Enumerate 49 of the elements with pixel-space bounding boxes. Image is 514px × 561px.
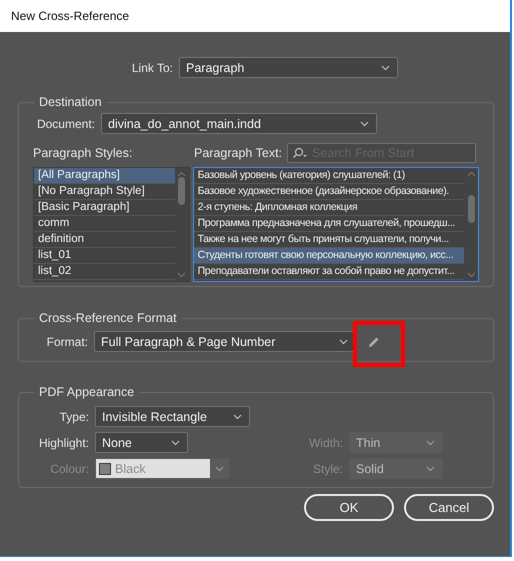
paragraph-list-item[interactable]: 2-я ступень: Дипломная коллекция (194, 200, 464, 216)
chevron-down-icon (339, 338, 348, 344)
style-list-item[interactable]: list_01 (34, 248, 175, 264)
dropdown[interactable]: None (95, 432, 188, 453)
style-list-item[interactable]: [All Paragraphs] (34, 168, 175, 184)
dropdown[interactable]: Paragraph (179, 57, 398, 78)
chevron-down-icon (214, 466, 224, 472)
chevron-down-icon (171, 440, 180, 446)
list-label: Paragraph Styles: (33, 146, 134, 160)
chevron-down-icon (381, 64, 390, 70)
scroll-down-icon[interactable] (177, 272, 186, 278)
scrollbar-thumb[interactable] (178, 177, 186, 205)
list-label: Paragraph Text: (194, 146, 282, 160)
scroll-up-icon[interactable] (177, 171, 186, 177)
pencil-icon[interactable] (368, 336, 380, 348)
style-list-item[interactable]: definition (34, 232, 175, 248)
dropdown[interactable]: divina_do_annot_main.indd (101, 113, 377, 134)
paragraph-list-item[interactable]: Базовое художественное (дизайнерское образование). (194, 184, 464, 200)
paragraph-list-item[interactable]: Базовый уровень (категория) слушателей: (1) (194, 168, 464, 184)
scroll-up-icon[interactable] (466, 171, 476, 177)
scroll-down-icon[interactable] (466, 272, 476, 278)
field-label: Style: (312, 462, 343, 476)
field-label: Document: (36, 116, 95, 130)
chevron-down-icon (233, 414, 242, 420)
field-label: Format: (46, 334, 88, 348)
field-label: Highlight: (38, 436, 89, 450)
paragraph-list-item[interactable]: Преподаватели оставляют за собой право не допустит... (194, 264, 464, 280)
field-label: Link To: (130, 60, 173, 74)
style-list-item[interactable]: [Basic Paragraph] (34, 200, 175, 216)
field-label: Width: (308, 436, 343, 450)
style-list-item[interactable]: comm (34, 216, 175, 232)
group-title: PDF Appearance (38, 385, 136, 399)
dropdown[interactable]: Full Paragraph & Page Number (94, 331, 356, 352)
group-title: Destination (38, 95, 103, 109)
paragraph-list-item[interactable]: Программа предназначена для слушателей, прошедш... (194, 216, 464, 232)
scrollbar-thumb[interactable] (468, 195, 474, 223)
field-label: Type: (58, 410, 89, 424)
style-list-item[interactable]: [No Paragraph Style] (34, 184, 175, 200)
paragraph-list-item[interactable]: Студенты готовят свою персональную коллекцию, исс... (194, 248, 464, 264)
dialog-button[interactable]: OK (304, 494, 394, 521)
dropdown[interactable]: Invisible Rectangle (95, 406, 250, 427)
chevron-down-icon (360, 120, 369, 126)
chevron-down-icon (426, 466, 435, 472)
dialog-button[interactable]: Cancel (404, 494, 494, 521)
chevron-down-icon (426, 440, 435, 446)
window-title: New Cross-Reference (0, 0, 510, 32)
field-label: Colour: (49, 462, 89, 476)
style-list-item[interactable]: list_02 (34, 264, 175, 280)
group-title: Cross-Reference Format (38, 311, 178, 325)
